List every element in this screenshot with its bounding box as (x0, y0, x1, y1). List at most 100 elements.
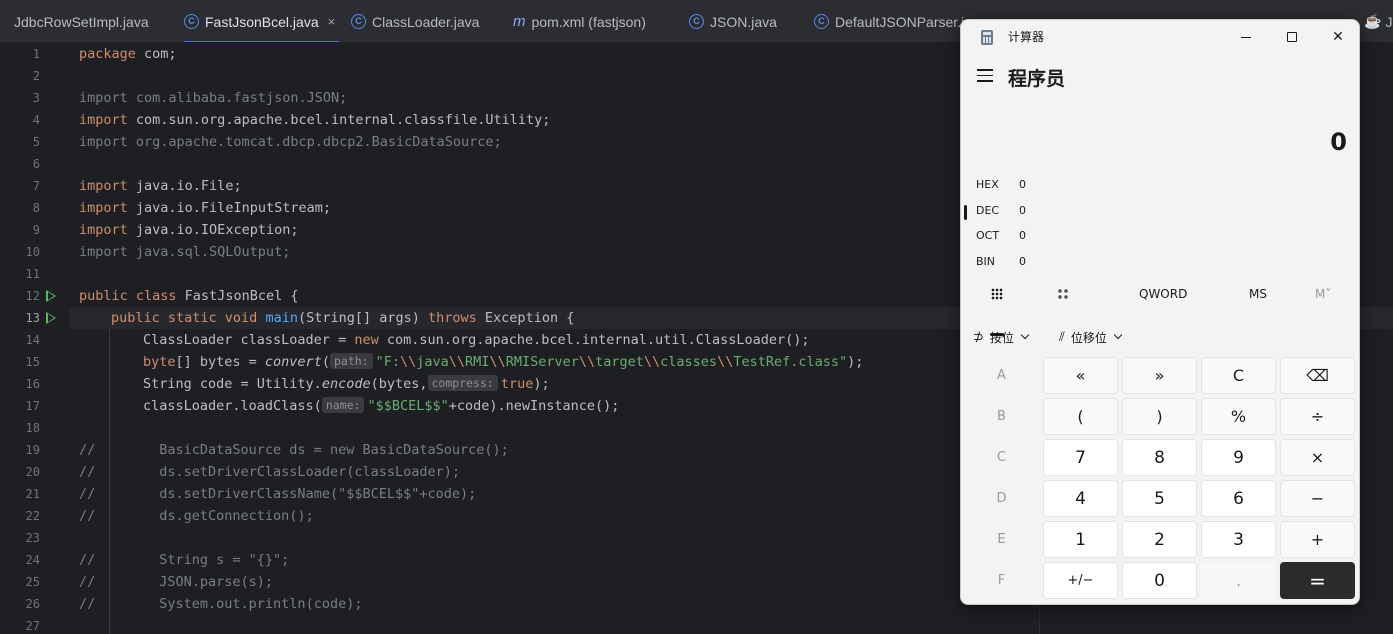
key-hex-c[interactable]: C (964, 439, 1039, 476)
key-equals[interactable]: = (1280, 562, 1355, 599)
key-4[interactable]: 4 (1043, 480, 1118, 517)
selected-indicator (964, 205, 967, 220)
key-negate[interactable]: +/− (1043, 562, 1118, 599)
line-number: 3 (32, 91, 40, 105)
key-9[interactable]: 9 (1201, 439, 1276, 476)
key-decimal[interactable]: . (1201, 562, 1276, 599)
tab-label: ClassLoader.java (372, 13, 480, 30)
calculator-app-icon (981, 30, 993, 45)
tab-defaultjsonparser[interactable]: C DefaultJSONParser.ja (814, 0, 972, 42)
tab-fastjsonbcel[interactable]: C FastJsonBcel.java × (184, 0, 340, 42)
tab-label: JSON.java (710, 13, 777, 30)
hamburger-menu-icon[interactable] (977, 69, 993, 82)
maven-icon: m (513, 13, 526, 30)
tab-label: DefaultJSONParser.ja (835, 13, 972, 30)
radix-label: DEC (976, 204, 1000, 217)
line-number: 20 (25, 465, 40, 479)
radix-value: 0 (1019, 178, 1026, 191)
keypad-icon (991, 288, 1003, 300)
parameter-hint: name: (321, 397, 365, 413)
tab-classloader[interactable]: C ClassLoader.java (351, 0, 480, 42)
bitwise-dropdown[interactable]: ⊅ 按位 (973, 317, 1030, 357)
code-line: import java.io.IOException; (79, 222, 299, 238)
line-number-gutter: 1 2 3 4 5 6 7 8 9 10 11 12 13 14 15 16 1… (0, 43, 70, 634)
key-left-shift[interactable]: « (1043, 357, 1118, 394)
run-main-icon[interactable] (46, 312, 56, 324)
maximize-button[interactable] (1269, 20, 1315, 54)
key-7[interactable]: 7 (1043, 439, 1118, 476)
minimize-button[interactable] (1223, 20, 1269, 54)
radix-label: HEX (976, 178, 999, 191)
key-6[interactable]: 6 (1201, 480, 1276, 517)
key-0[interactable]: 0 (1122, 562, 1197, 599)
key-minus[interactable]: − (1280, 480, 1355, 517)
code-line: ClassLoader classLoader = new com.sun.or… (143, 332, 810, 348)
code-line: import java.sql.SQLOutput; (79, 244, 291, 260)
close-button[interactable]: ✕ (1315, 20, 1359, 54)
code-line: String code = Utility.encode(bytes, compr… (143, 375, 550, 392)
close-icon: ✕ (1332, 29, 1344, 45)
line-number: 24 (25, 553, 40, 567)
run-class-icon[interactable] (46, 290, 56, 302)
tab-jc[interactable]: ☕ Jc (1364, 0, 1393, 42)
parameter-hint: path: (329, 353, 373, 369)
tab-jdbcrowsetimpl[interactable]: JdbcRowSetImpl.java (14, 0, 149, 42)
key-1[interactable]: 1 (1043, 521, 1118, 558)
radix-hex[interactable]: HEX 0 (961, 173, 1359, 199)
radix-bin[interactable]: BIN 0 (961, 250, 1359, 276)
key-hex-d[interactable]: D (964, 480, 1039, 517)
key-backspace[interactable]: ⌫ (1280, 357, 1355, 394)
key-multiply[interactable]: × (1280, 439, 1355, 476)
key-modulo[interactable]: % (1201, 398, 1276, 435)
radix-label: OCT (976, 229, 1000, 242)
keypad-mode-bar: QWORD MS M˅ (961, 274, 1359, 314)
code-line: //ds.setDriverClassName("$$BCEL$$"+code)… (79, 486, 477, 502)
calculator-title-bar[interactable]: 计算器 ✕ (961, 20, 1359, 54)
memory-store-button[interactable]: MS (1249, 274, 1267, 314)
line-number: 21 (25, 487, 40, 501)
line-number: 15 (25, 355, 40, 369)
line-number: 26 (25, 597, 40, 611)
key-clear[interactable]: C (1201, 357, 1276, 394)
word-size-button[interactable]: QWORD (1139, 274, 1187, 314)
line-number: 19 (25, 443, 40, 457)
key-divide[interactable]: ÷ (1280, 398, 1355, 435)
key-right-shift[interactable]: » (1122, 357, 1197, 394)
class-icon: C (351, 14, 366, 29)
class-icon: C (814, 14, 829, 29)
close-icon[interactable]: × (328, 14, 336, 29)
key-8[interactable]: 8 (1122, 439, 1197, 476)
full-keypad-button[interactable] (991, 274, 1003, 314)
key-hex-b[interactable]: B (964, 398, 1039, 435)
line-number: 11 (25, 267, 40, 281)
line-number: 16 (25, 377, 40, 391)
line-number: 10 (25, 245, 40, 259)
key-close-paren[interactable]: ) (1122, 398, 1197, 435)
radix-oct[interactable]: OCT 0 (961, 224, 1359, 250)
key-hex-a[interactable]: A (964, 357, 1039, 394)
radix-value: 0 (1019, 204, 1026, 217)
bitwise-gate-icon: ⊅ (973, 329, 984, 345)
key-plus[interactable]: + (1280, 521, 1355, 558)
tab-pom-xml[interactable]: m pom.xml (fastjson) (513, 0, 646, 42)
key-2[interactable]: 2 (1122, 521, 1197, 558)
code-line: public static void main(String[] args) t… (111, 310, 575, 326)
line-number: 1 (32, 47, 40, 61)
result-display: 0 (1330, 128, 1347, 156)
key-5[interactable]: 5 (1122, 480, 1197, 517)
line-number: 8 (32, 201, 40, 215)
radix-dec[interactable]: DEC 0 (961, 199, 1359, 225)
key-hex-e[interactable]: E (964, 521, 1039, 558)
code-line: import com.sun.org.apache.bcel.internal.… (79, 112, 551, 128)
line-number: 27 (25, 619, 40, 633)
code-line: import com.alibaba.fastjson.JSON; (79, 90, 348, 106)
bit-toggle-keypad-button[interactable] (1057, 274, 1069, 314)
code-line: import java.io.FileInputStream; (79, 200, 331, 216)
bitshift-dropdown[interactable]: ⫽ 位移位 (1059, 317, 1123, 357)
tab-json[interactable]: C JSON.java (689, 0, 777, 42)
key-3[interactable]: 3 (1201, 521, 1276, 558)
key-open-paren[interactable]: ( (1043, 398, 1118, 435)
chevron-down-icon (1113, 330, 1123, 340)
memory-dropdown-button[interactable]: M˅ (1315, 274, 1331, 314)
key-hex-f[interactable]: F (964, 562, 1039, 599)
